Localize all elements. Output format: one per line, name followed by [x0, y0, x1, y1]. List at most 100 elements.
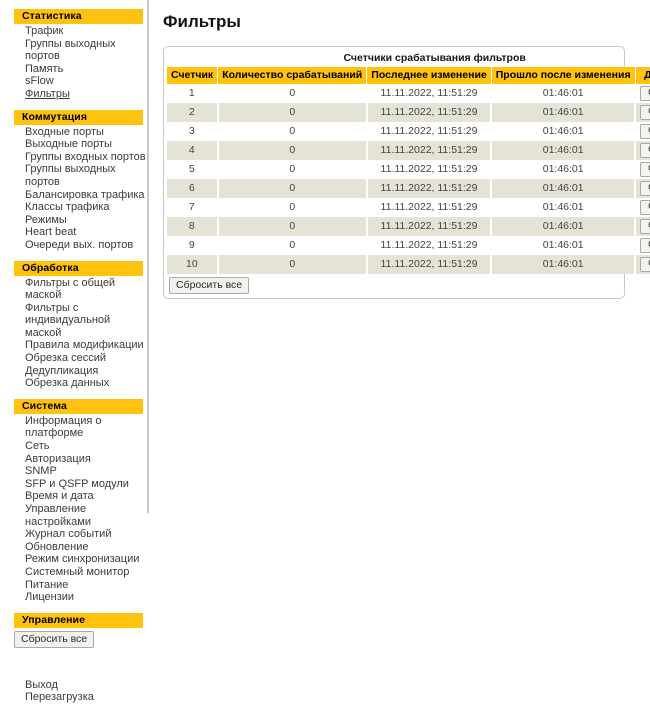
table-row: 6011.11.2022, 11:51:2901:46:01Сбросить	[167, 179, 650, 198]
sidebar-item-правила-модификации[interactable]: Правила модификации	[0, 339, 147, 352]
cell-action: Сбросить	[635, 236, 650, 255]
cell-count: 0	[217, 217, 368, 236]
sidebar-item-режимы[interactable]: Режимы	[0, 214, 147, 227]
table-column-header: Действие	[634, 67, 650, 84]
reset-counter-button[interactable]: Сбросить	[640, 181, 650, 196]
sidebar-reset-all-button[interactable]: Сбросить все	[14, 630, 95, 648]
cell-action: Сбросить	[635, 84, 650, 103]
list-item: Трафик	[0, 25, 147, 38]
reset-counter-button[interactable]: Сбросить	[640, 200, 650, 215]
cell-last-change: 11.11.2022, 11:51:29	[366, 198, 493, 217]
sidebar-item-фильтры-с-общей-маской[interactable]: Фильтры с общей маской	[0, 277, 147, 302]
sidebar-item-сеть[interactable]: Сеть	[0, 440, 147, 453]
app-root: Статистика Трафик Группы выходных портов Па…	[0, 0, 650, 703]
sidebar-item-обрезка-сессий[interactable]: Обрезка сессий	[0, 352, 147, 365]
reset-counter-button[interactable]: Сбросить	[640, 86, 650, 101]
reset-counter-button[interactable]: Сбросить	[640, 257, 650, 272]
sidebar-item-питание[interactable]: Питание	[0, 579, 147, 592]
sidebar-item-list: Трафик Группы выходных портов Память sFlow Ф…	[0, 25, 147, 101]
cell-counter: 8	[167, 217, 219, 236]
sidebar-item-фильтры[interactable]: Фильтры	[0, 88, 147, 101]
sidebar-item-фильтры-с-индивидуальной-маской[interactable]: Фильтры с индивидуальной маской	[0, 302, 147, 340]
table-row: 9011.11.2022, 11:51:2901:46:01Сбросить	[167, 236, 650, 255]
list-item: Фильтры с общей маской	[0, 277, 147, 302]
reset-counter-button[interactable]: Сбросить	[640, 105, 650, 120]
list-item: Классы трафика	[0, 201, 147, 214]
cell-last-change: 11.11.2022, 11:51:29	[366, 141, 493, 160]
reset-counter-button[interactable]: Сбросить	[640, 238, 650, 253]
reset-counter-button[interactable]: Сбросить	[640, 162, 650, 177]
list-item: Очереди вых. портов	[0, 239, 147, 252]
sidebar-item-режим-синхронизации[interactable]: Режим синхронизации	[0, 553, 147, 566]
sidebar-item-выходные-порты[interactable]: Выходные порты	[0, 138, 147, 151]
table-row: 5011.11.2022, 11:51:2901:46:01Сбросить	[167, 160, 650, 179]
table-row: 10011.11.2022, 11:51:2901:46:01Сбросить	[167, 255, 650, 274]
sidebar-item-sfp-и-qsfp-модули[interactable]: SFP и QSFP модули	[0, 478, 147, 491]
cell-last-change: 11.11.2022, 11:51:29	[366, 179, 493, 198]
table-reset-all-button[interactable]: Сбросить все	[169, 277, 250, 294]
cell-counter: 2	[167, 103, 219, 122]
sidebar-item-управление-настройками[interactable]: Управление настройками	[0, 503, 147, 528]
list-item: sFlow	[0, 75, 147, 88]
sidebar-item-время-и-дата[interactable]: Время и дата	[0, 490, 147, 503]
cell-last-change: 11.11.2022, 11:51:29	[366, 84, 493, 103]
sidebar-item-очереди-вых-портов[interactable]: Очереди вых. портов	[0, 239, 147, 252]
sidebar-section: Обработка Фильтры с общей маской Фильтры с…	[0, 260, 147, 390]
sidebar-footer: Выход Перезагрузка	[0, 648, 147, 704]
sidebar-item-классы-трафика[interactable]: Классы трафика	[0, 201, 147, 214]
cell-count: 0	[217, 236, 368, 255]
cell-elapsed: 01:46:01	[491, 236, 637, 255]
table-row: 1011.11.2022, 11:51:2901:46:01Сбросить	[167, 84, 650, 103]
sidebar-item-трафик[interactable]: Трафик	[0, 25, 147, 38]
sidebar-item-лицензии[interactable]: Лицензии	[0, 591, 147, 604]
reset-counter-button[interactable]: Сбросить	[640, 124, 650, 139]
sidebar-sections: Статистика Трафик Группы выходных портов Па…	[0, 9, 147, 628]
cell-elapsed: 01:46:01	[491, 141, 637, 160]
table-row: 2011.11.2022, 11:51:2901:46:01Сбросить	[167, 103, 650, 122]
page-title: Фильтры	[163, 12, 241, 31]
sidebar-item-группы-выходных-портов[interactable]: Группы выходных портов	[0, 38, 147, 63]
sidebar-item-heart-beat[interactable]: Heart beat	[0, 226, 147, 239]
sidebar-item-информация-о-платформе[interactable]: Информация о платформе	[0, 415, 147, 440]
sidebar-item-обрезка-данных[interactable]: Обрезка данных	[0, 377, 147, 390]
list-item: Обрезка данных	[0, 377, 147, 390]
reset-counter-button[interactable]: Сбросить	[640, 219, 650, 234]
sidebar-item-дедупликация[interactable]: Дедупликация	[0, 365, 147, 378]
cell-count: 0	[217, 179, 368, 198]
list-item: Фильтры	[0, 88, 147, 101]
cell-action: Сбросить	[635, 122, 650, 141]
sidebar-item-балансировка-трафика[interactable]: Балансировка трафика	[0, 189, 147, 202]
list-item: Управление настройками	[0, 503, 147, 528]
cell-last-change: 11.11.2022, 11:51:29	[366, 103, 493, 122]
cell-count: 0	[217, 160, 368, 179]
list-item: Время и дата	[0, 490, 147, 503]
table-column-header: Счетчик	[167, 67, 219, 84]
sidebar-item-обновление[interactable]: Обновление	[0, 541, 147, 554]
sidebar-item-группы-выходных-портов[interactable]: Группы выходных портов	[0, 163, 147, 188]
table-row: 4011.11.2022, 11:51:2901:46:01Сбросить	[167, 141, 650, 160]
cell-count: 0	[217, 84, 368, 103]
sidebar-item-журнал-событий[interactable]: Журнал событий	[0, 528, 147, 541]
sidebar-item-sflow[interactable]: sFlow	[0, 75, 147, 88]
cell-elapsed: 01:46:01	[491, 122, 637, 141]
sidebar-footer-link-выход[interactable]: Выход	[0, 679, 147, 692]
sidebar-footer-links: Выход Перезагрузка	[0, 679, 147, 704]
sidebar-item-системный-монитор[interactable]: Системный монитор	[0, 566, 147, 579]
sidebar-item-входные-порты[interactable]: Входные порты	[0, 126, 147, 139]
cell-counter: 6	[167, 179, 219, 198]
list-item: Балансировка трафика	[0, 189, 147, 202]
sidebar-item-группы-входных-портов[interactable]: Группы входных портов	[0, 151, 147, 164]
reset-counter-button[interactable]: Сбросить	[640, 143, 650, 158]
cell-last-change: 11.11.2022, 11:51:29	[366, 255, 493, 274]
cell-count: 0	[217, 198, 368, 217]
list-item: Авторизация	[0, 453, 147, 466]
cell-counter: 5	[167, 160, 219, 179]
sidebar-item-память[interactable]: Память	[0, 63, 147, 76]
sidebar-item-авторизация[interactable]: Авторизация	[0, 453, 147, 466]
sidebar-item-list: Входные порты Выходные порты Группы входны…	[0, 126, 147, 252]
list-item: Выходные порты	[0, 138, 147, 151]
sidebar-footer-link-перезагрузка[interactable]: Перезагрузка	[0, 691, 147, 704]
list-item: Выход	[0, 679, 147, 692]
cell-count: 0	[217, 255, 368, 274]
sidebar-item-snmp[interactable]: SNMP	[0, 465, 147, 478]
